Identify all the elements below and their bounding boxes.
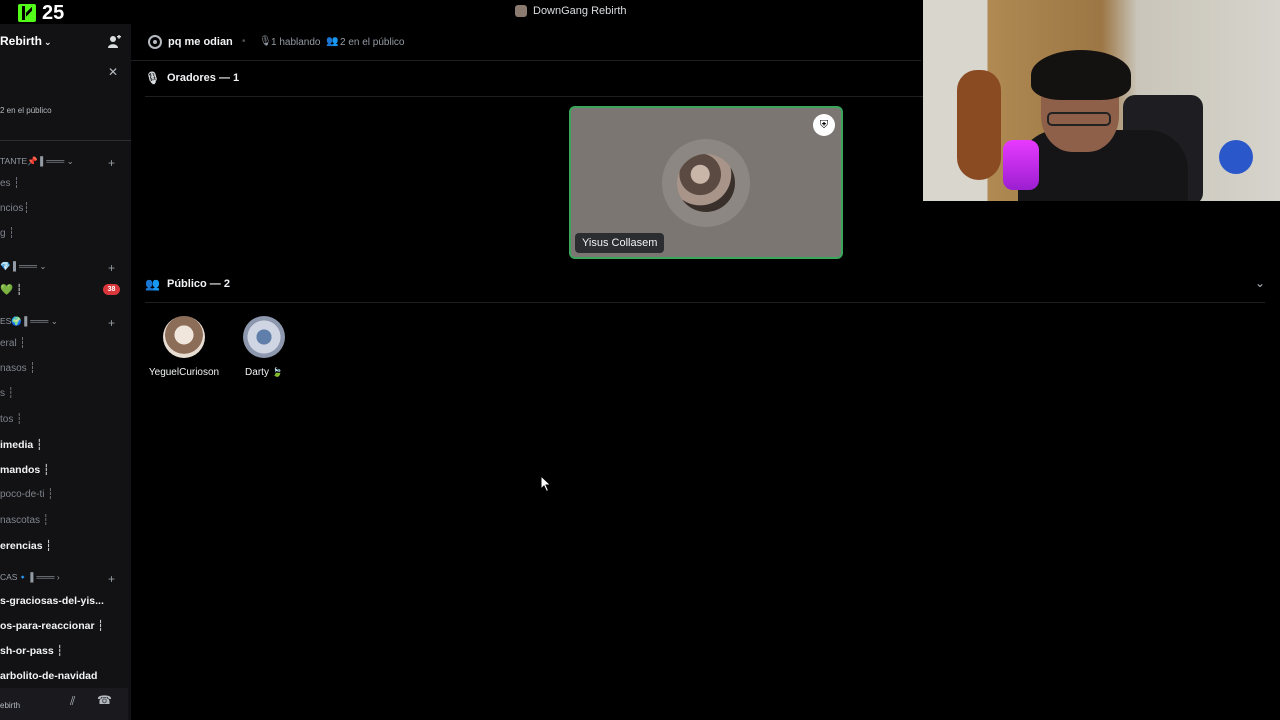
audience-icon: 👥 — [145, 277, 160, 291]
add-channel-icon[interactable]: + — [108, 316, 115, 330]
add-channel-icon[interactable]: + — [108, 156, 115, 170]
avatar — [243, 316, 285, 358]
channel-item[interactable]: sh-or-pass ┆ — [0, 645, 63, 657]
webcam-overlay — [923, 0, 1280, 201]
speaker-name: Yisus Collasem — [575, 233, 665, 253]
microphone-icon: 🎙 — [145, 71, 161, 85]
audience-member-name: Darty 🍃 — [245, 367, 283, 378]
stage-header: pq me odian • 🎙 1 hablando 👥 2 en el púb… — [131, 24, 921, 61]
glasses — [1047, 112, 1111, 126]
audience-icon: 👥 — [326, 36, 339, 47]
kick-logo-icon — [18, 4, 36, 22]
channel-item[interactable]: arbolito-de-navidad — [0, 670, 97, 682]
close-icon[interactable]: ✕ — [108, 65, 118, 79]
channel-category[interactable]: CAS🔹 ▌═══ › — [0, 572, 60, 583]
channel-item[interactable]: tos ┆ — [0, 414, 22, 425]
channel-item[interactable]: 💚 ┆ — [0, 283, 22, 296]
stage-topic: pq me odian — [168, 36, 233, 48]
audience-member[interactable]: YeguelCurioson — [144, 316, 224, 378]
speaker-tile[interactable]: ⛨ Yisus Collasem — [569, 106, 843, 259]
divider — [0, 140, 131, 141]
leaf-icon: 🍃 — [271, 367, 283, 377]
channel-item[interactable]: eral ┆ — [0, 338, 25, 349]
channel-item[interactable]: erencias ┆ — [0, 540, 52, 552]
channel-item[interactable]: nasos ┆ — [0, 363, 35, 374]
channel-item[interactable]: es ┆ — [0, 178, 19, 189]
noise-suppression-icon[interactable]: ⫽ — [70, 694, 75, 709]
speaker-avatar — [662, 139, 750, 227]
channel-category[interactable]: TANTE📌 ▌═══ ⌄ — [0, 156, 74, 167]
add-channel-icon[interactable]: + — [108, 261, 115, 275]
kick-viewer-count: 25 — [42, 2, 65, 24]
separator-dot: • — [242, 36, 246, 47]
stage-channel-icon — [148, 35, 162, 49]
channel-category[interactable]: 💎 ▌═══ ⌄ — [0, 261, 47, 272]
channel-item[interactable]: poco-de-ti ┆ — [0, 489, 53, 500]
guitar-image — [957, 70, 1001, 180]
audience-count: 2 en el público — [340, 37, 405, 48]
avatar — [163, 316, 205, 358]
chevron-down-icon: ⌄ — [44, 37, 52, 47]
audience-member-name: YeguelCurioson — [148, 367, 220, 378]
channel-item[interactable]: mandos ┆ — [0, 464, 50, 476]
audience-member[interactable]: Darty 🍃 — [224, 316, 304, 378]
microphone-icon: 🎙 — [259, 36, 272, 47]
channel-item[interactable]: g ┆ — [0, 228, 14, 239]
audience-section-header[interactable]: 👥 Público — 2 — [145, 277, 230, 291]
window-title-text: DownGang Rebirth — [533, 5, 627, 17]
server-icon — [515, 5, 527, 17]
unread-badge: 38 — [103, 284, 120, 295]
microphone-image — [1003, 140, 1039, 190]
divider — [145, 302, 1265, 303]
channel-item[interactable]: s ┆ — [0, 388, 14, 399]
avatar-image — [677, 154, 735, 212]
moderator-shield-icon: ⛨ — [813, 114, 835, 136]
mouse-cursor-icon — [540, 475, 552, 493]
channel-item[interactable]: s-graciosas-del-yis... — [0, 595, 104, 607]
add-channel-icon[interactable]: + — [108, 572, 115, 586]
speakers-title: Oradores — 1 — [167, 72, 240, 84]
channel-sidebar: Rebirth ⌄ ✕ 2 en el público TANTE📌 ▌═══ ⌄… — [0, 24, 131, 720]
server-name-button[interactable]: Rebirth ⌄ — [0, 34, 52, 48]
streamer-hair — [1031, 50, 1131, 100]
window-title: DownGang Rebirth — [515, 5, 627, 17]
stage-audience-preview: 2 en el público — [0, 106, 52, 115]
server-name: Rebirth — [0, 34, 42, 48]
channel-item[interactable]: nascotas ┆ — [0, 515, 49, 526]
channel-item[interactable]: os-para-reaccionar ┆ — [0, 620, 104, 632]
helmet-image — [1219, 140, 1253, 174]
chevron-down-icon[interactable]: ⌄ — [1255, 276, 1265, 290]
user-voice-panel: ebirth ⫽ ☎ — [0, 688, 128, 720]
invite-members-icon[interactable] — [107, 35, 121, 49]
audience-title: Público — 2 — [167, 278, 230, 290]
channel-item[interactable]: imedia ┆ — [0, 439, 43, 451]
speakers-section-header: 🎙 Oradores — 1 — [145, 71, 239, 85]
voice-server-name: ebirth — [0, 701, 21, 710]
channel-item[interactable]: ncios┆ — [0, 203, 29, 214]
speaking-count: 1 hablando — [271, 37, 321, 48]
channel-category[interactable]: ES🌍 ▌═══ ⌄ — [0, 316, 58, 327]
disconnect-icon[interactable]: ☎ — [97, 693, 112, 707]
